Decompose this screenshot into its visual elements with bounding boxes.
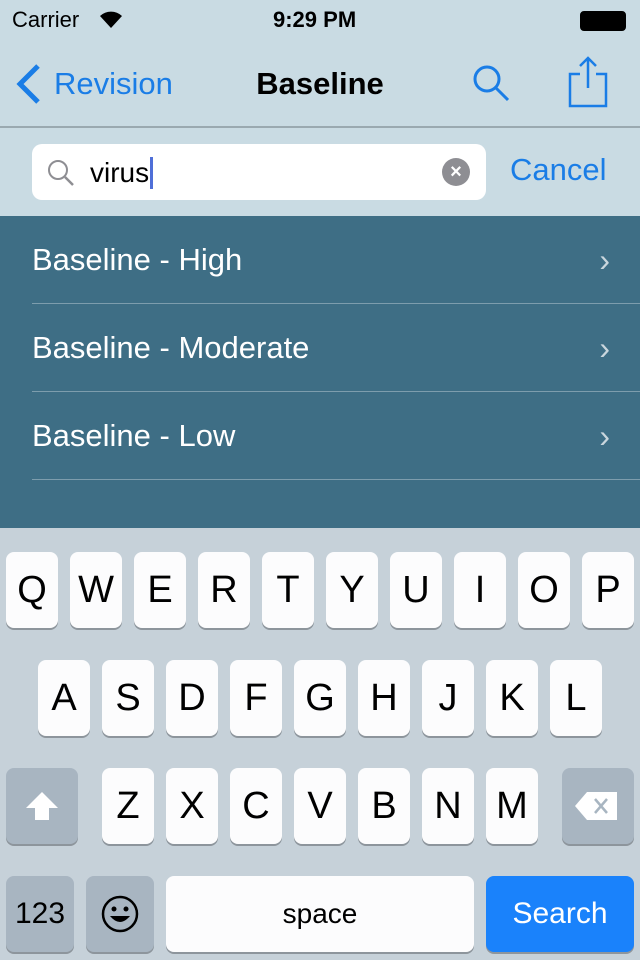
- key-p[interactable]: P: [582, 552, 634, 628]
- key-h[interactable]: H: [358, 660, 410, 736]
- emoji-key[interactable]: [86, 876, 154, 952]
- search-key[interactable]: Search: [486, 876, 634, 952]
- key-s[interactable]: S: [102, 660, 154, 736]
- key-b[interactable]: B: [358, 768, 410, 844]
- key-q[interactable]: Q: [6, 552, 58, 628]
- list-item-label: Baseline - High: [32, 242, 243, 277]
- status-bar: Carrier 9:29 PM: [0, 0, 640, 40]
- key-m[interactable]: M: [486, 768, 538, 844]
- emoji-icon: [101, 895, 139, 933]
- battery-icon: [580, 11, 626, 31]
- list-item[interactable]: Baseline - Low ›: [32, 392, 640, 480]
- key-z[interactable]: Z: [102, 768, 154, 844]
- shift-arrow-icon: [26, 792, 58, 820]
- key-d[interactable]: D: [166, 660, 218, 736]
- key-t[interactable]: T: [262, 552, 314, 628]
- page-title: Baseline: [256, 66, 384, 101]
- chevron-right-icon: ›: [599, 330, 610, 366]
- key-u[interactable]: U: [390, 552, 442, 628]
- key-k[interactable]: K: [486, 660, 538, 736]
- list-item-label: Baseline - Low: [32, 418, 236, 453]
- shift-key[interactable]: [6, 768, 78, 844]
- wifi-icon: [100, 11, 122, 28]
- share-icon[interactable]: [566, 54, 612, 110]
- chevron-right-icon: ›: [599, 242, 610, 278]
- key-x[interactable]: X: [166, 768, 218, 844]
- clear-icon[interactable]: ×: [442, 158, 470, 186]
- cancel-button[interactable]: Cancel: [510, 152, 607, 188]
- key-y[interactable]: Y: [326, 552, 378, 628]
- key-a[interactable]: A: [38, 660, 90, 736]
- key-c[interactable]: C: [230, 768, 282, 844]
- numbers-key[interactable]: 123: [6, 876, 74, 952]
- chevron-right-icon: ›: [599, 418, 610, 454]
- space-key[interactable]: space: [166, 876, 474, 952]
- key-j[interactable]: J: [422, 660, 474, 736]
- search-input[interactable]: virus ×: [32, 144, 486, 200]
- carrier-label: Carrier: [12, 7, 80, 32]
- key-n[interactable]: N: [422, 768, 474, 844]
- results-list: Baseline - High › Baseline - Moderate › Ba…: [0, 216, 640, 528]
- key-f[interactable]: F: [230, 660, 282, 736]
- magnifier-icon: [48, 160, 74, 186]
- backspace-icon: [575, 792, 617, 820]
- keyboard: 123 space Search QWERTYUIOP ASDFGHJKL ZXCV…: [0, 528, 640, 960]
- search-bar: virus × Cancel: [0, 130, 640, 216]
- key-i[interactable]: I: [454, 552, 506, 628]
- key-v[interactable]: V: [294, 768, 346, 844]
- navigation-bar: Revision Baseline: [0, 40, 640, 128]
- clock: 9:29 PM: [273, 7, 357, 32]
- list-item[interactable]: Baseline - High ›: [32, 216, 640, 304]
- key-r[interactable]: R: [198, 552, 250, 628]
- search-value: virus: [90, 157, 154, 189]
- list-item-label: Baseline - Moderate: [32, 330, 310, 365]
- key-l[interactable]: L: [550, 660, 602, 736]
- key-w[interactable]: W: [70, 552, 122, 628]
- search-icon[interactable]: [470, 62, 512, 104]
- key-g[interactable]: G: [294, 660, 346, 736]
- key-e[interactable]: E: [134, 552, 186, 628]
- delete-key[interactable]: [562, 768, 634, 844]
- key-o[interactable]: O: [518, 552, 570, 628]
- list-item[interactable]: Baseline - Moderate ›: [32, 304, 640, 392]
